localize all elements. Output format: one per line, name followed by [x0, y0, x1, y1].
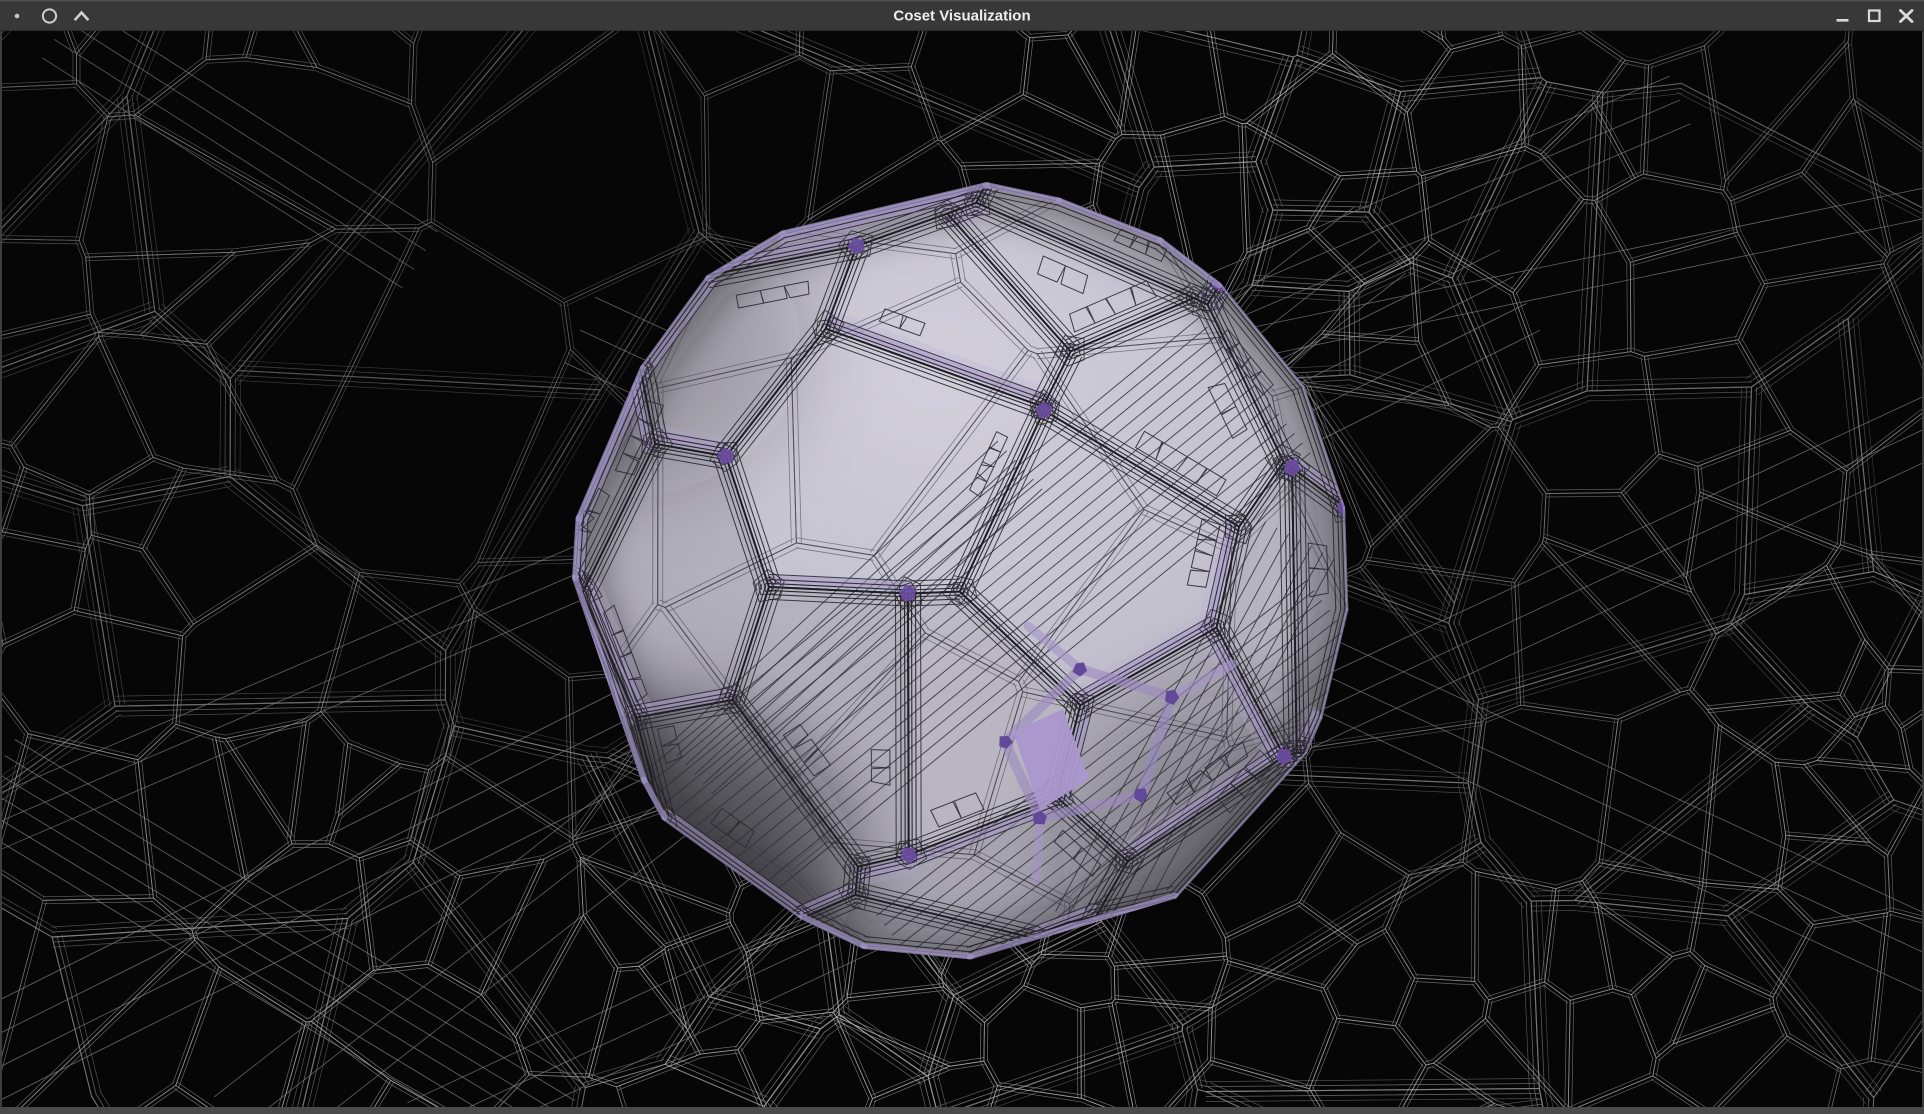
svg-text:Coset Visualization: Coset Visualization: [893, 8, 1030, 25]
